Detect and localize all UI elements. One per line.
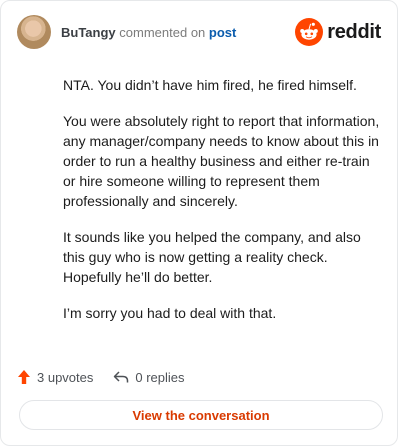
upvote-arrow-icon (18, 370, 30, 384)
reply-count: 0 replies (135, 369, 185, 385)
reddit-logo[interactable]: reddit (295, 18, 381, 46)
comment-header: BuTangy commented on post reddit (17, 15, 381, 51)
embed-card: BuTangy commented on post reddit NTA. Yo… (0, 0, 398, 446)
comment-paragraph: NTA. You didn’t have him fired, he fired… (63, 77, 357, 93)
byline: BuTangy commented on post (61, 25, 236, 40)
view-conversation-button[interactable]: View the conversation (19, 400, 383, 430)
post-link[interactable]: post (209, 25, 236, 40)
byline-action-text: commented on (119, 25, 206, 40)
comment-body: NTA. You didn’t have him fired, he fired… (63, 75, 385, 339)
avatar[interactable] (17, 15, 51, 49)
comment-actions: 3 upvotes 0 replies (17, 367, 205, 387)
reply-icon (114, 371, 129, 383)
reddit-snoo-icon (295, 18, 324, 46)
upvote-button[interactable]: 3 upvotes (17, 369, 93, 385)
reddit-wordmark: reddit (327, 20, 381, 43)
upvote-count: 3 upvotes (37, 369, 94, 385)
comment-paragraph: You were absolutely right to report that… (63, 113, 380, 209)
comment-paragraph: I’m sorry you had to deal with that. (63, 305, 277, 321)
username-link[interactable]: BuTangy (61, 25, 116, 40)
reply-button[interactable]: 0 replies (113, 369, 185, 385)
comment-paragraph: It sounds like you helped the company, a… (63, 229, 361, 285)
